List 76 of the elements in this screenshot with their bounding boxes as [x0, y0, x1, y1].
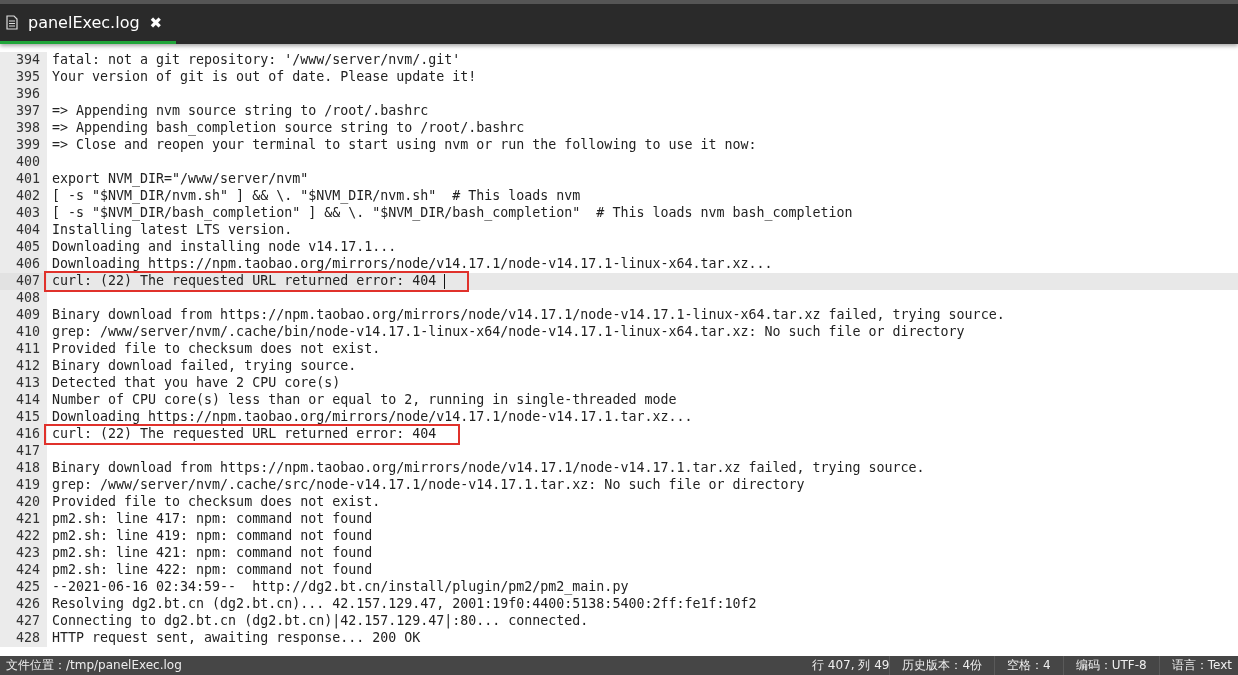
log-line: fatal: not a git repository: '/www/server/nvm/.git' [52, 52, 461, 69]
log-line: Connecting to dg2.bt.cn (dg2.bt.cn)|42.157.129.47|:80... connected. [52, 613, 589, 630]
line-number: 409 [0, 307, 47, 324]
line-number: 404 [0, 222, 47, 239]
log-line: export NVM_DIR="/www/server/nvm" [52, 171, 309, 188]
line-number: 397 [0, 103, 47, 120]
log-line: Provided file to checksum does not exist. [52, 494, 381, 511]
highlighted-log-line: curl: (22) The requested URL returned error: 404 [46, 273, 468, 290]
line-number: 401 [0, 171, 47, 188]
log-line: Detected that you have 2 CPU core(s) [52, 375, 341, 392]
line-number: 421 [0, 511, 47, 528]
text-cursor [444, 274, 446, 289]
line-number: 415 [0, 409, 47, 426]
line-number: 414 [0, 392, 47, 409]
line-number: 426 [0, 596, 47, 613]
log-line: grep: /www/server/nvm/.cache/src/node-v14.17.1/node-v14.17.1.tar.xz: No such file or directory [52, 477, 805, 494]
close-icon[interactable]: ✖ [149, 13, 163, 32]
log-line: pm2.sh: line 417: npm: command not found [52, 511, 373, 528]
line-number: 395 [0, 69, 47, 86]
line-number: 394 [0, 52, 47, 69]
log-line: Number of CPU core(s) less than or equal to 2, running in single-threaded mode [52, 392, 677, 409]
log-line: => Close and reopen your terminal to start using nvm or run the following to use it now: [52, 137, 757, 154]
line-number: 406 [0, 256, 47, 273]
log-line: --2021-06-16 02:34:59-- http://dg2.bt.cn/install/plugin/pm2/pm2_main.py [52, 579, 629, 596]
indent-setting: 空格：4 [994, 656, 1063, 675]
line-number: 418 [0, 460, 47, 477]
log-line: => Appending bash_completion source string to /root/.bashrc [52, 120, 525, 137]
line-number: 410 [0, 324, 47, 341]
line-number: 408 [0, 290, 47, 307]
cursor-position: 行 407, 列 49 [812, 657, 890, 674]
encoding-setting: 编码：UTF-8 [1062, 656, 1159, 675]
line-number: 428 [0, 630, 47, 647]
line-number: 403 [0, 205, 47, 222]
log-line: HTTP request sent, awaiting response... 200 OK [52, 630, 421, 647]
log-line: grep: /www/server/nvm/.cache/bin/node-v14.17.1-linux-x64/node-v14.17.1-linux-x64.tar.xz: No such file or directory [52, 324, 965, 341]
log-line: Binary download from https://npm.taobao.org/mirrors/node/v14.17.1/node-v14.17.1.tar.xz failed, trying source. [52, 460, 925, 477]
line-number: 422 [0, 528, 47, 545]
line-number: 425 [0, 579, 47, 596]
history-versions: 历史版本：4份 [889, 656, 995, 675]
highlighted-log-line: curl: (22) The requested URL returned error: 404 [46, 426, 459, 443]
file-tab[interactable]: panelExec.log ✖ [0, 4, 177, 44]
line-number: 424 [0, 562, 47, 579]
line-number: 400 [0, 154, 47, 171]
line-number: 398 [0, 120, 47, 137]
log-line: pm2.sh: line 422: npm: command not found [52, 562, 373, 579]
log-line: Binary download failed, trying source. [52, 358, 357, 375]
log-line: Downloading and installing node v14.17.1... [52, 239, 397, 256]
line-number: 420 [0, 494, 47, 511]
log-line: [ -s "$NVM_DIR/nvm.sh" ] && \. "$NVM_DIR/nvm.sh" # This loads nvm [52, 188, 581, 205]
line-number: 402 [0, 188, 47, 205]
file-icon [6, 15, 18, 30]
language-setting: 语言：Text [1158, 656, 1238, 675]
line-number: 416 [0, 426, 47, 443]
line-number: 405 [0, 239, 47, 256]
line-number: 427 [0, 613, 47, 630]
line-number: 396 [0, 86, 47, 103]
log-line: Provided file to checksum does not exist. [52, 341, 381, 358]
log-line: Downloading https://npm.taobao.org/mirrors/node/v14.17.1/node-v14.17.1.tar.xz... [52, 409, 693, 426]
line-number: 417 [0, 443, 47, 460]
line-number: 411 [0, 341, 47, 358]
line-number: 423 [0, 545, 47, 562]
line-number: 413 [0, 375, 47, 392]
line-number: 412 [0, 358, 47, 375]
log-line: => Appending nvm source string to /root/.bashrc [52, 103, 429, 120]
line-number: 407 [0, 273, 47, 290]
log-line: Binary download from https://npm.taobao.org/mirrors/node/v14.17.1/node-v14.17.1-linux-x64.tar.xz failed, trying source. [52, 307, 1005, 324]
log-line: [ -s "$NVM_DIR/bash_completion" ] && \. "$NVM_DIR/bash_completion" # This loads nvm bash_completion [52, 205, 853, 222]
log-line: Your version of git is out of date. Please update it! [52, 69, 477, 86]
log-line: Downloading https://npm.taobao.org/mirrors/node/v14.17.1/node-v14.17.1-linux-x64.tar.xz... [52, 256, 773, 273]
line-number: 419 [0, 477, 47, 494]
log-line: pm2.sh: line 419: npm: command not found [52, 528, 373, 545]
log-line: Installing latest LTS version. [52, 222, 293, 239]
file-location: 文件位置：/tmp/panelExec.log [5, 657, 182, 674]
log-line: Resolving dg2.bt.cn (dg2.bt.cn)... 42.157.129.47, 2001:19f0:4400:5138:5400:2ff:fe1f:10f2 [52, 596, 757, 613]
line-number: 399 [0, 137, 47, 154]
log-line: pm2.sh: line 421: npm: command not found [52, 545, 373, 562]
